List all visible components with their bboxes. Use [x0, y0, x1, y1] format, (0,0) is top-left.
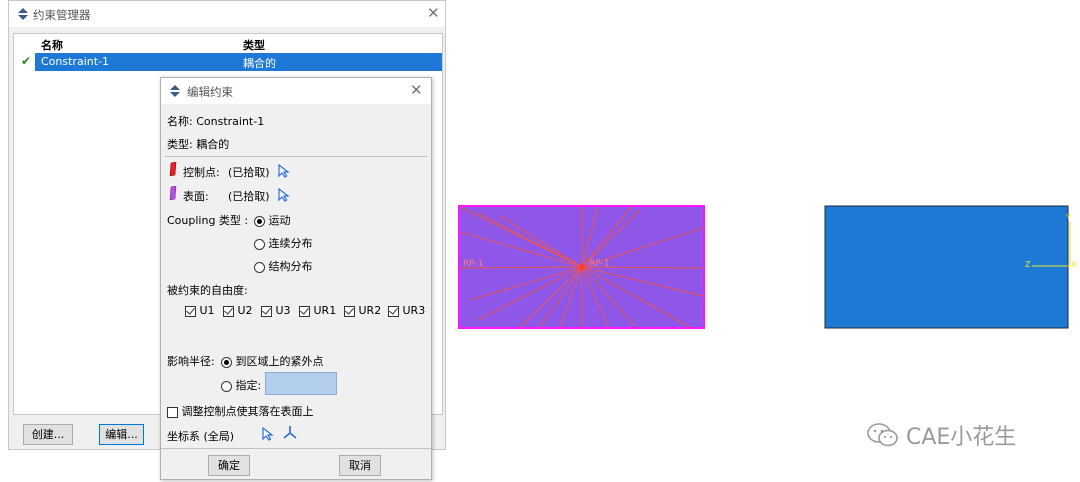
- app-icon: [18, 8, 28, 20]
- app-icon: [170, 85, 180, 97]
- watermark: CAE小花生: [866, 419, 1016, 451]
- influence-option-specify[interactable]: 指定:: [221, 377, 261, 393]
- row-type: 耦合的: [243, 57, 276, 70]
- watermark-text: CAE小花生: [906, 425, 1017, 450]
- column-header-type[interactable]: 类型: [243, 37, 265, 53]
- edit-constraint-dialog: 编辑约束 ✕ 名称: Constraint-1 类型: 耦合的 控制点: (已拾…: [160, 77, 432, 480]
- influence-option-nearest[interactable]: 到区域上的紧外点: [221, 353, 324, 369]
- dof-u1-checkbox[interactable]: U1: [185, 304, 215, 317]
- dof-u2-checkbox[interactable]: U2: [223, 304, 253, 317]
- column-header-name[interactable]: 名称: [41, 37, 63, 53]
- pick-arrow-icon[interactable]: [262, 427, 274, 441]
- adjust-control-point-checkbox[interactable]: 调整控制点使其落在表面上: [167, 403, 314, 419]
- triad-x-label: X: [1071, 260, 1077, 269]
- dof-label: 被约束的自由度:: [167, 284, 248, 297]
- coupling-type-label: Coupling 类型 :: [167, 214, 249, 227]
- ok-button[interactable]: 确定: [208, 455, 250, 476]
- blue-plate: [824, 205, 1069, 329]
- cancel-button[interactable]: 取消: [339, 455, 381, 476]
- csys-label: 坐标系 (全局): [167, 430, 235, 443]
- rp-label-center: RP-1: [589, 259, 610, 269]
- dof-ur1-checkbox[interactable]: UR1: [299, 304, 336, 317]
- table-row[interactable]: Constraint-1 耦合的: [35, 53, 442, 71]
- pick-arrow-icon[interactable]: [278, 188, 290, 202]
- wechat-icon: [867, 423, 898, 447]
- manager-close-icon[interactable]: ✕: [427, 4, 440, 22]
- pick-arrow-icon[interactable]: [278, 164, 290, 178]
- triad-y-label: Y: [1066, 213, 1071, 222]
- triad-z-label: Z: [1025, 260, 1031, 269]
- influence-radius-label: 影响半径:: [167, 355, 215, 368]
- dof-ur3-checkbox[interactable]: UR3: [388, 304, 425, 317]
- reference-point[interactable]: [579, 264, 585, 270]
- manager-title-bar[interactable]: 约束管理器 ✕: [9, 1, 445, 27]
- manager-title: 约束管理器: [33, 8, 91, 22]
- row-name: Constraint-1: [41, 55, 109, 68]
- name-line: 名称: Constraint-1: [167, 115, 265, 128]
- surface-icon: [169, 186, 177, 200]
- coupling-option-kinematic[interactable]: 运动: [254, 212, 291, 228]
- control-point-label: 控制点:: [183, 166, 220, 179]
- dialog-title: 编辑约束: [187, 85, 233, 99]
- edit-button[interactable]: 编辑...: [99, 424, 144, 445]
- influence-radius-input[interactable]: [265, 372, 337, 395]
- rp-label-left: RP-1: [463, 259, 484, 269]
- coupling-option-continuum[interactable]: 连续分布: [254, 235, 313, 251]
- dof-u3-checkbox[interactable]: U3: [261, 304, 291, 317]
- coupling-option-structural[interactable]: 结构分布: [254, 258, 313, 274]
- type-line: 类型: 耦合的: [167, 138, 230, 151]
- csys-triad-icon[interactable]: [283, 425, 297, 439]
- dialog-close-icon[interactable]: ✕: [410, 81, 423, 99]
- active-check-icon: ✔: [21, 54, 32, 68]
- dialog-title-bar[interactable]: 编辑约束 ✕: [161, 78, 431, 104]
- surface-value: (已拾取): [228, 190, 270, 203]
- control-point-value: (已拾取): [228, 166, 270, 179]
- surface-label: 表面:: [183, 190, 209, 203]
- create-button[interactable]: 创建...: [23, 424, 73, 445]
- control-point-icon: [169, 162, 177, 176]
- dof-ur2-checkbox[interactable]: UR2: [344, 304, 381, 317]
